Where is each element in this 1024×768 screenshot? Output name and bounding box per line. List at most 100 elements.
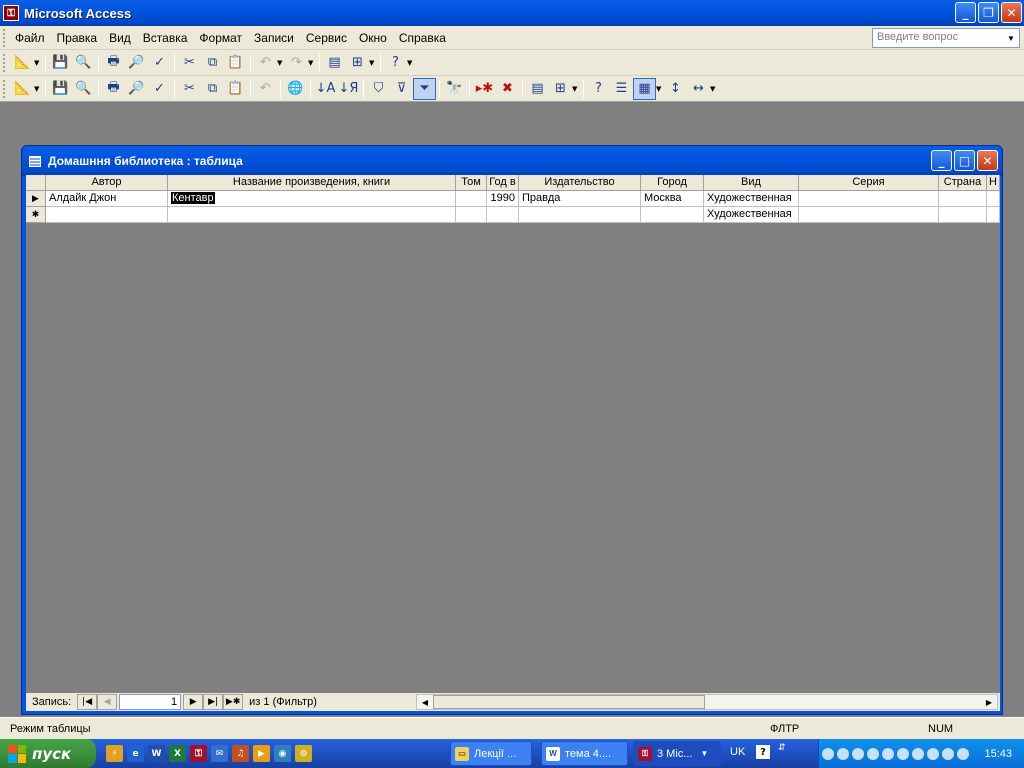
column-header-volume[interactable]: Том [456, 175, 487, 191]
cell-year[interactable] [487, 207, 519, 223]
menu-file[interactable]: Файл [9, 29, 51, 47]
column-width-icon[interactable]: ↔ [687, 78, 710, 100]
new-record-icon[interactable]: ▸✱ [473, 78, 496, 100]
toolbar-grip[interactable] [3, 79, 9, 98]
delete-record-icon[interactable]: ✖ [496, 78, 519, 100]
column-header-year[interactable]: Год в [487, 175, 519, 191]
save-icon[interactable]: 💾 [49, 78, 72, 100]
office-links-icon[interactable]: ▤ [323, 52, 346, 74]
datasheet-view-icon[interactable]: ▦ [633, 77, 656, 100]
search-file-icon[interactable]: 🔍 [72, 78, 95, 100]
close-icon[interactable]: ✕ [977, 150, 998, 171]
print-preview-icon[interactable]: 🔎 [125, 78, 148, 100]
cell-city[interactable] [641, 207, 704, 223]
filter-by-form-icon[interactable]: ⊽ [390, 78, 413, 100]
language-bar-icon[interactable]: ⇵ [778, 743, 786, 753]
cell-country[interactable] [939, 191, 987, 207]
browser-icon[interactable]: ◉ [274, 745, 291, 762]
cell-next[interactable] [987, 191, 1000, 207]
chevron-down-icon[interactable]: ▼ [572, 85, 580, 93]
record-selector-current[interactable]: ▶ [26, 191, 46, 207]
tray-icon[interactable] [882, 747, 894, 760]
tray-icon[interactable] [957, 747, 969, 760]
quick-launch-icon[interactable]: ⚡ [106, 745, 123, 762]
next-record-icon[interactable]: ▶ [183, 694, 204, 710]
record-selector-new[interactable]: ✱ [26, 207, 46, 223]
scroll-left-icon[interactable]: ◀ [417, 695, 433, 709]
paste-icon[interactable]: 📋 [224, 78, 247, 100]
table-icon[interactable] [29, 155, 41, 167]
chevron-down-icon[interactable]: ▼ [407, 59, 415, 67]
internet-explorer-icon[interactable]: e [127, 745, 144, 762]
outlook-icon[interactable]: ✉ [211, 745, 228, 762]
tray-icon[interactable] [867, 747, 879, 760]
tray-icon[interactable] [852, 747, 864, 760]
maximize-icon[interactable]: □ [954, 150, 975, 171]
task-folder[interactable]: ▭ Лекції ... [450, 741, 532, 766]
apply-filter-icon[interactable]: ⏷ [413, 77, 436, 100]
cell-country[interactable] [939, 207, 987, 223]
cell-series[interactable] [799, 191, 939, 207]
table-window-titlebar[interactable]: Домашння библиотека : таблица _ □ ✕ [22, 146, 1002, 176]
search-file-icon[interactable]: 🔍 [72, 52, 95, 74]
undo-icon[interactable]: ↶ [254, 78, 277, 100]
cell-type[interactable]: Художественная [704, 207, 799, 223]
language-indicator[interactable]: UK [730, 746, 745, 758]
new-record-nav-icon[interactable]: ▶✱ [223, 694, 244, 710]
menu-format[interactable]: Формат [193, 29, 248, 47]
previous-record-icon[interactable]: ◀ [97, 694, 118, 710]
access-icon[interactable]: ⚿ [190, 745, 207, 762]
chevron-down-icon[interactable]: ▼ [1004, 30, 1018, 46]
cell-publisher[interactable]: Правда [519, 191, 641, 207]
cell-year[interactable]: 1990 [487, 191, 519, 207]
cell-author[interactable]: Алдайк Джон [46, 191, 168, 207]
help-icon[interactable]: ? [384, 52, 407, 74]
cell-volume[interactable] [456, 207, 487, 223]
select-all-corner[interactable] [26, 175, 46, 191]
app-icon[interactable]: ⊙ [295, 745, 312, 762]
close-icon[interactable]: ✕ [1001, 2, 1022, 23]
chevron-down-icon[interactable]: ▼ [656, 85, 664, 93]
cell-title[interactable] [168, 207, 456, 223]
tray-icon[interactable] [942, 747, 954, 760]
menu-edit[interactable]: Правка [51, 29, 104, 47]
player-icon[interactable]: ▶ [253, 745, 270, 762]
cell-publisher[interactable] [519, 207, 641, 223]
print-icon[interactable]: 🖶 [102, 78, 125, 100]
tray-icon[interactable] [912, 747, 924, 760]
current-record-input[interactable]: 1 [119, 694, 182, 710]
app-titlebar[interactable]: ⚿ Microsoft Access _ ❐ ✕ [0, 0, 1024, 26]
print-preview-icon[interactable]: 🔎 [125, 52, 148, 74]
menu-help[interactable]: Справка [393, 29, 452, 47]
chevron-down-icon[interactable]: ▼ [710, 85, 718, 93]
help-icon[interactable]: ? [587, 78, 610, 100]
chevron-down-icon[interactable]: ▼ [308, 59, 316, 67]
start-button[interactable]: пуск [0, 739, 96, 768]
media-icon[interactable]: ♫ [232, 745, 249, 762]
tray-icon[interactable] [822, 747, 834, 760]
analyze-icon[interactable]: ⊞ [346, 52, 369, 74]
cell-author[interactable] [46, 207, 168, 223]
menu-records[interactable]: Записи [248, 29, 300, 47]
column-header-country[interactable]: Страна [939, 175, 987, 191]
clock[interactable]: 15:43 [984, 748, 1012, 760]
sort-ascending-icon[interactable]: ↓A [314, 78, 337, 100]
save-icon[interactable]: 💾 [49, 52, 72, 74]
chevron-down-icon[interactable]: ▼ [277, 59, 285, 67]
spellcheck-icon[interactable]: ✓ [148, 52, 171, 74]
horizontal-scrollbar[interactable]: ◀ ▶ [416, 694, 998, 710]
cell-volume[interactable] [456, 191, 487, 207]
first-record-icon[interactable]: |◀ [77, 694, 98, 710]
copy-icon[interactable]: ⧉ [201, 78, 224, 100]
tray-icon[interactable] [837, 747, 849, 760]
access-app-icon[interactable]: ⚿ [3, 5, 19, 21]
paste-icon[interactable]: 📋 [224, 52, 247, 74]
cut-icon[interactable]: ✂ [178, 52, 201, 74]
toolbar-grip[interactable] [3, 53, 9, 72]
column-header-title[interactable]: Название произведения, книги [168, 175, 456, 191]
task-word[interactable]: W тема 4.... [541, 741, 628, 766]
minimize-icon[interactable]: _ [931, 150, 952, 171]
sort-descending-icon[interactable]: ↓Я [337, 78, 360, 100]
tray-icon[interactable] [897, 747, 909, 760]
find-icon[interactable]: 🔭 [443, 78, 466, 100]
